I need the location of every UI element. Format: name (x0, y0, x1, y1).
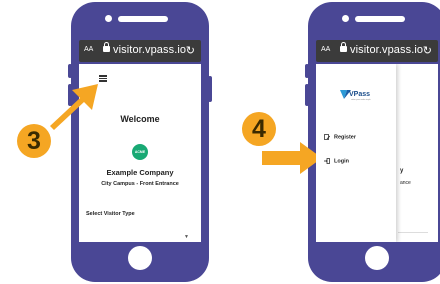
arrow-icon (262, 142, 322, 174)
speaker-grille (355, 16, 405, 22)
page-behind-drawer: y ance (396, 64, 438, 242)
drawer-item-login[interactable]: Login (324, 158, 349, 164)
drawer-item-label: Register (334, 134, 357, 141)
text-size-button[interactable]: AA (84, 46, 93, 53)
camera-icon (105, 15, 112, 22)
vpass-logo-tagline: visitor pass made simple (351, 98, 371, 101)
location-partial: ance (400, 180, 411, 186)
company-logo: ACME (132, 144, 148, 160)
url-text[interactable]: visitor.vpass.io (113, 44, 186, 56)
text-size-button[interactable]: AA (321, 46, 330, 53)
drawer-item-register[interactable]: Register (324, 134, 356, 140)
url-text[interactable]: visitor.vpass.io (350, 44, 423, 56)
register-icon (324, 134, 331, 140)
home-button[interactable] (128, 246, 152, 270)
login-icon (324, 158, 330, 164)
vpass-logo-text: VPass (349, 91, 370, 98)
volume-button (68, 64, 72, 78)
reload-icon[interactable]: ↻ (423, 44, 432, 57)
power-button (208, 76, 212, 102)
volume-button (305, 64, 309, 78)
browser-url-bar[interactable]: AA visitor.vpass.io ↻ (316, 40, 438, 62)
navigation-drawer: VPass visitor pass made simple Register … (316, 64, 396, 242)
left-phone: AA visitor.vpass.io ↻ Welcome ACME Examp… (68, 2, 212, 282)
speaker-grille (118, 16, 168, 22)
lock-icon (340, 42, 347, 52)
lock-icon (103, 42, 110, 52)
chevron-down-icon[interactable]: ▼ (184, 234, 189, 240)
camera-icon (342, 15, 349, 22)
browser-url-bar[interactable]: AA visitor.vpass.io ↻ (79, 40, 201, 62)
right-phone: AA visitor.vpass.io ↻ y ance VPass visit… (305, 2, 440, 282)
reload-icon[interactable]: ↻ (186, 44, 195, 57)
vpass-logo: VPass visitor pass made simple (340, 90, 371, 101)
divider (398, 232, 428, 233)
arrow-icon (50, 84, 98, 130)
company-name: Example Company (106, 168, 174, 177)
location-name: City Campus - Front Entrance (101, 181, 179, 187)
home-button[interactable] (365, 246, 389, 270)
volume-button (305, 84, 309, 106)
company-name-partial: y (400, 168, 404, 174)
drawer-item-label: Login (334, 158, 349, 165)
web-page: y ance VPass visitor pass made simple Re… (316, 64, 438, 242)
visitor-type-label: Select Visitor Type (86, 211, 135, 217)
